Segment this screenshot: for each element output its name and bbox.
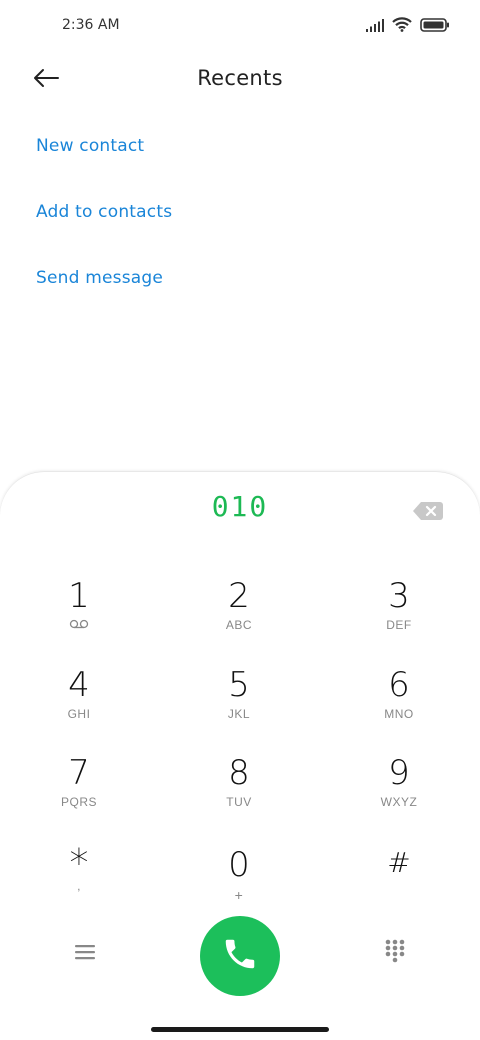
key-letters: TUV xyxy=(226,795,252,809)
key-digit: 6 xyxy=(388,665,410,705)
key-digit: 8 xyxy=(228,753,250,793)
key-digit: 3 xyxy=(388,576,410,616)
dialpad-icon xyxy=(385,939,405,967)
key-3[interactable]: 3 DEF xyxy=(339,576,459,652)
signal-icon xyxy=(366,17,384,36)
key-letters: MNO xyxy=(384,707,414,721)
backspace-button[interactable] xyxy=(412,500,444,522)
key-letters: DEF xyxy=(386,618,412,632)
key-digit: 5 xyxy=(228,665,250,705)
wifi-icon xyxy=(392,17,412,36)
key-digit: * xyxy=(69,841,89,885)
key-2[interactable]: 2 ABC xyxy=(179,576,299,652)
key-digit: 1 xyxy=(68,576,90,616)
key-7[interactable]: 7 PQRS xyxy=(19,753,139,829)
key-letters: PQRS xyxy=(60,795,97,809)
backspace-icon xyxy=(412,502,444,526)
key-digit: 4 xyxy=(68,665,90,705)
call-button[interactable] xyxy=(200,916,280,996)
status-time: 2:36 AM xyxy=(62,17,120,33)
key-hash[interactable]: # xyxy=(339,843,459,919)
key-letters: + xyxy=(234,887,244,903)
voicemail-icon xyxy=(19,618,139,632)
key-digit: 9 xyxy=(388,753,410,793)
menu-button[interactable] xyxy=(70,940,100,968)
phone-icon xyxy=(221,935,259,977)
key-star[interactable]: * , xyxy=(19,843,139,919)
page-title: Recents xyxy=(197,66,283,90)
key-letters: WXYZ xyxy=(380,795,418,809)
key-letters: , xyxy=(77,879,81,893)
add-to-contacts-link[interactable]: Add to contacts xyxy=(36,202,172,222)
send-message-link[interactable]: Send message xyxy=(36,268,163,288)
key-9[interactable]: 9 WXYZ xyxy=(339,753,459,829)
status-icons xyxy=(366,17,450,36)
key-6[interactable]: 6 MNO xyxy=(339,665,459,741)
dialed-number: 010 xyxy=(211,490,269,523)
key-letters: GHI xyxy=(67,707,91,721)
new-contact-link[interactable]: New contact xyxy=(36,136,144,156)
key-letters: ABC xyxy=(225,618,253,632)
key-letters: JKL xyxy=(227,707,251,721)
header: Recents xyxy=(0,52,480,108)
key-8[interactable]: 8 TUV xyxy=(179,753,299,829)
key-digit: 7 xyxy=(68,753,90,793)
dialpad-toggle-button[interactable] xyxy=(380,938,410,968)
key-0[interactable]: 0 + xyxy=(179,845,299,921)
status-bar: 2:36 AM xyxy=(0,0,480,52)
key-4[interactable]: 4 GHI xyxy=(19,665,139,741)
key-digit: # xyxy=(387,846,411,879)
key-digit: 2 xyxy=(228,576,250,616)
home-indicator[interactable] xyxy=(151,1027,329,1032)
key-digit: 0 xyxy=(228,845,250,885)
key-1[interactable]: 1 xyxy=(19,576,139,652)
bottom-bar xyxy=(0,912,480,996)
key-5[interactable]: 5 JKL xyxy=(179,665,299,741)
battery-icon xyxy=(420,17,450,36)
menu-icon xyxy=(75,944,95,964)
